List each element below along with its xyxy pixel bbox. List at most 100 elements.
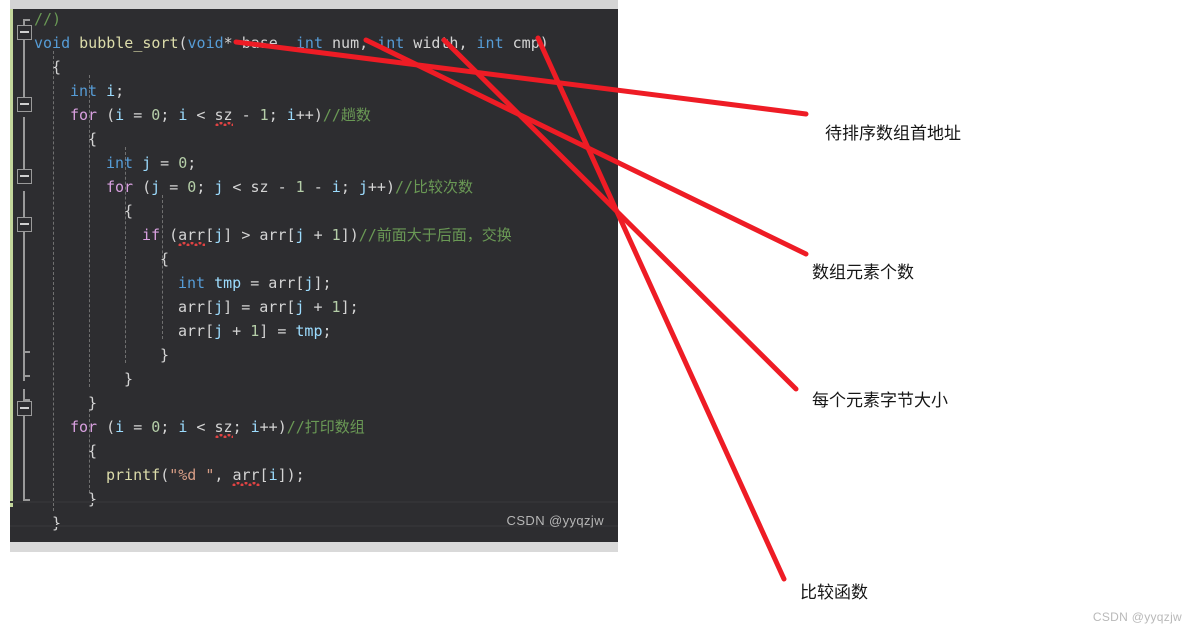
code-token: [ (259, 466, 269, 484)
code-token: "%d " (169, 466, 215, 484)
code-token: ( (133, 178, 152, 196)
annotation-label: 每个元素字节大小 (812, 391, 948, 411)
code-token: ]); (277, 466, 305, 484)
code-token: i (106, 82, 116, 100)
code-token: * base, (223, 34, 296, 52)
fold-toggle-for-print[interactable] (17, 401, 32, 416)
code-token: arr (232, 466, 260, 484)
code-token: if (142, 226, 161, 244)
code-token: i (286, 106, 296, 124)
code-token: //比较次数 (395, 178, 474, 196)
code-token: ; (160, 418, 179, 436)
code-token: 1 (331, 298, 341, 316)
annotation-label: 比较函数 (800, 583, 868, 603)
code-token: } (160, 346, 170, 364)
code-token: } (88, 490, 98, 508)
code-token: , (214, 466, 233, 484)
code-token: j (151, 178, 161, 196)
code-line: { (88, 127, 97, 151)
code-token: ; (268, 106, 287, 124)
code-line: { (160, 247, 169, 271)
code-token: { (88, 442, 98, 460)
code-token: { (88, 130, 98, 148)
code-token: = (124, 106, 152, 124)
code-token: ( (160, 466, 170, 484)
code-token: ; (232, 418, 251, 436)
code-line: } (124, 367, 133, 391)
code-token: 0 (151, 106, 161, 124)
code-token: j (142, 154, 152, 172)
code-line: arr[j + 1] = tmp; (178, 319, 332, 343)
code-token: 0 (178, 154, 188, 172)
code-token: = arr[ (241, 274, 305, 292)
code-token: void (187, 34, 224, 52)
code-token: - (268, 178, 296, 196)
fold-region-end-tick (23, 399, 30, 401)
code-line: for (i = 0; i < sz; i++)//打印数组 (70, 415, 365, 439)
fold-toggle-function[interactable] (17, 25, 32, 40)
code-line: void bubble_sort(void* base, int num, in… (34, 31, 549, 55)
code-line: } (88, 487, 97, 511)
code-token: { (124, 202, 134, 220)
code-token: ]; (340, 298, 359, 316)
code-token: sz (250, 178, 269, 196)
code-token: { (160, 250, 170, 268)
code-token: ; (322, 322, 332, 340)
code-line: printf("%d ", arr[i]); (106, 463, 305, 487)
code-token: ( (178, 34, 188, 52)
code-token: //前面大于后面，交换 (358, 226, 512, 244)
code-token: tmp (214, 274, 242, 292)
code-line: int j = 0; (106, 151, 196, 175)
code-token: i (268, 466, 278, 484)
code-token: 0 (151, 418, 161, 436)
code-token: ++) (367, 178, 395, 196)
code-token: = (124, 418, 152, 436)
code-editor-panel: //) void bubble_sort(void* base, int num,… (10, 0, 618, 552)
code-line: int tmp = arr[j]; (178, 271, 332, 295)
code-token: int (377, 34, 405, 52)
code-token: ] > arr[ (223, 226, 296, 244)
code-token: //) (34, 10, 62, 28)
code-token: ( (97, 418, 116, 436)
code-token: + (304, 226, 332, 244)
code-token: } (88, 394, 98, 412)
code-token: ; (340, 178, 359, 196)
fold-region-end-tick (23, 351, 30, 353)
code-token: width, (404, 34, 477, 52)
code-surface[interactable]: //) void bubble_sort(void* base, int num,… (10, 9, 618, 542)
code-line: } (52, 511, 61, 535)
code-token: j (214, 298, 224, 316)
code-token: - (304, 178, 332, 196)
code-token: ]; (313, 274, 332, 292)
code-token: = (160, 178, 188, 196)
code-line: { (52, 55, 61, 79)
code-token: num, (323, 34, 378, 52)
code-token: { (52, 58, 62, 76)
editor-separator-band (10, 501, 618, 503)
code-token: sz (214, 418, 233, 436)
code-token: ] = (259, 322, 296, 340)
code-token: int (295, 34, 323, 52)
code-line: if (arr[j] > arr[j + 1])//前面大于后面，交换 (142, 223, 512, 247)
code-token: + (304, 298, 332, 316)
code-line: for (i = 0; i < sz - 1; i++)//趟数 (70, 103, 371, 127)
code-token: [ (205, 226, 215, 244)
fold-toggle-if[interactable] (17, 217, 32, 232)
annotation-label: 待排序数组首地址 (825, 124, 961, 144)
code-line: //) (34, 9, 61, 31)
code-token: j (295, 226, 305, 244)
fold-toggle-for-inner[interactable] (17, 169, 32, 184)
editor-top-strip (10, 0, 618, 9)
code-token: 1 (250, 322, 260, 340)
code-token: j (214, 226, 224, 244)
code-token: i (250, 418, 260, 436)
change-tracking-bar (10, 9, 13, 507)
code-token: tmp (295, 322, 323, 340)
fold-toggle-for-outer[interactable] (17, 97, 32, 112)
code-token: 1 (259, 106, 269, 124)
code-line: { (124, 199, 133, 223)
code-token: } (52, 514, 62, 532)
code-token: arr[ (178, 298, 215, 316)
